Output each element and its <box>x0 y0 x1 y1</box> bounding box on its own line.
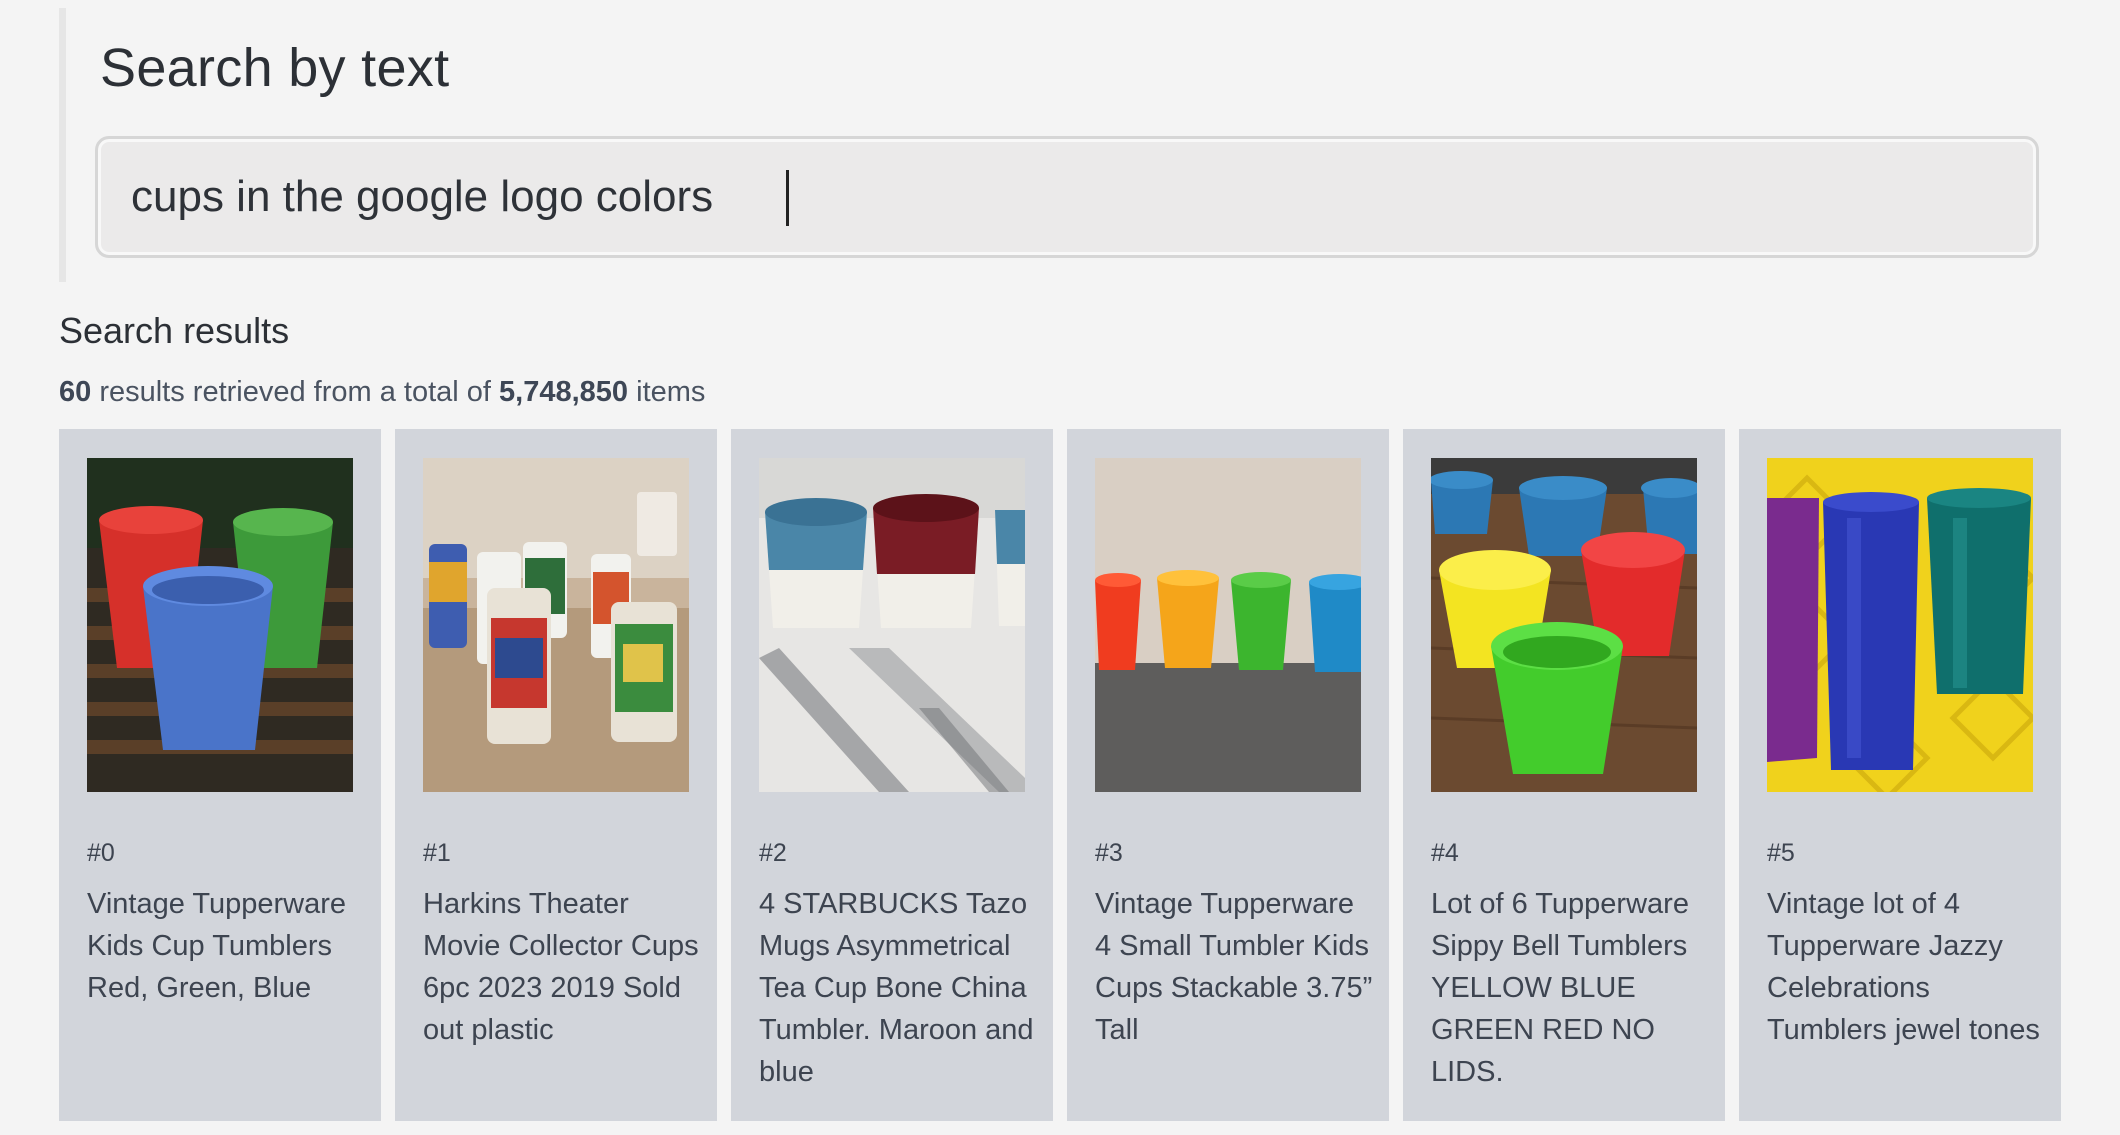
search-input[interactable] <box>98 139 2036 255</box>
cup-photo-red-green-blue <box>87 458 353 792</box>
result-title: Vintage Tupperware 4 Small Tumbler Kids … <box>1095 888 1373 1046</box>
results-heading: Search results <box>59 310 290 351</box>
results-grid: #0 Vintage Tupperware Kids Cup Tumblers … <box>59 429 2061 1135</box>
text-caret <box>786 170 789 226</box>
result-card[interactable]: #4 Lot of 6 Tupperware Sippy Bell Tumble… <box>1403 429 1725 1121</box>
result-rank: #4 <box>1431 839 1459 867</box>
result-rank: #5 <box>1767 839 1795 867</box>
results-count: 60 <box>59 376 92 408</box>
result-image[interactable] <box>1431 458 1697 792</box>
search-heading: Search by text <box>100 38 450 98</box>
result-image[interactable] <box>423 458 689 792</box>
result-title: Harkins Theater Movie Collector Cups 6pc… <box>423 888 699 1046</box>
result-card[interactable]: #2 4 STARBUCKS Tazo Mugs Asymmetrical Te… <box>731 429 1053 1121</box>
result-image[interactable] <box>759 458 1025 792</box>
results-summary-end: items <box>628 376 706 408</box>
cup-photo-jewel-tone-tumblers <box>1767 458 2033 792</box>
search-box[interactable] <box>95 136 2039 258</box>
result-image[interactable] <box>1767 458 2033 792</box>
result-rank: #3 <box>1095 839 1123 867</box>
result-card[interactable]: #1 Harkins Theater Movie Collector Cups … <box>395 429 717 1121</box>
result-card[interactable]: #5 Vintage lot of 4 Tupperware Jazzy Cel… <box>1739 429 2061 1121</box>
result-rank: #0 <box>87 839 115 867</box>
result-card[interactable]: #3 Vintage Tupperware 4 Small Tumbler Ki… <box>1067 429 1389 1121</box>
results-total: 5,748,850 <box>499 376 629 408</box>
result-rank: #2 <box>759 839 787 867</box>
result-image[interactable] <box>1095 458 1361 792</box>
cup-photo-starbucks-mugs <box>759 458 1025 792</box>
result-title: Lot of 6 Tupperware Sippy Bell Tumblers … <box>1431 888 1689 1088</box>
result-card[interactable]: #0 Vintage Tupperware Kids Cup Tumblers … <box>59 429 381 1121</box>
cup-photo-bell-tumblers <box>1431 458 1697 792</box>
results-summary: 60 results retrieved from a total of 5,7… <box>59 376 705 409</box>
result-image[interactable] <box>87 458 353 792</box>
result-rank: #1 <box>423 839 451 867</box>
results-summary-text: results retrieved from a total of <box>91 376 500 408</box>
result-title: 4 STARBUCKS Tazo Mugs Asymmetrical Tea C… <box>759 888 1034 1088</box>
cup-photo-small-tumblers <box>1095 458 1361 792</box>
cup-photo-theater-cups <box>423 458 689 792</box>
result-title: Vintage lot of 4 Tupperware Jazzy Celebr… <box>1767 888 2040 1046</box>
search-section: Search by text <box>59 8 2059 282</box>
result-title: Vintage Tupperware Kids Cup Tumblers Red… <box>87 888 347 1004</box>
